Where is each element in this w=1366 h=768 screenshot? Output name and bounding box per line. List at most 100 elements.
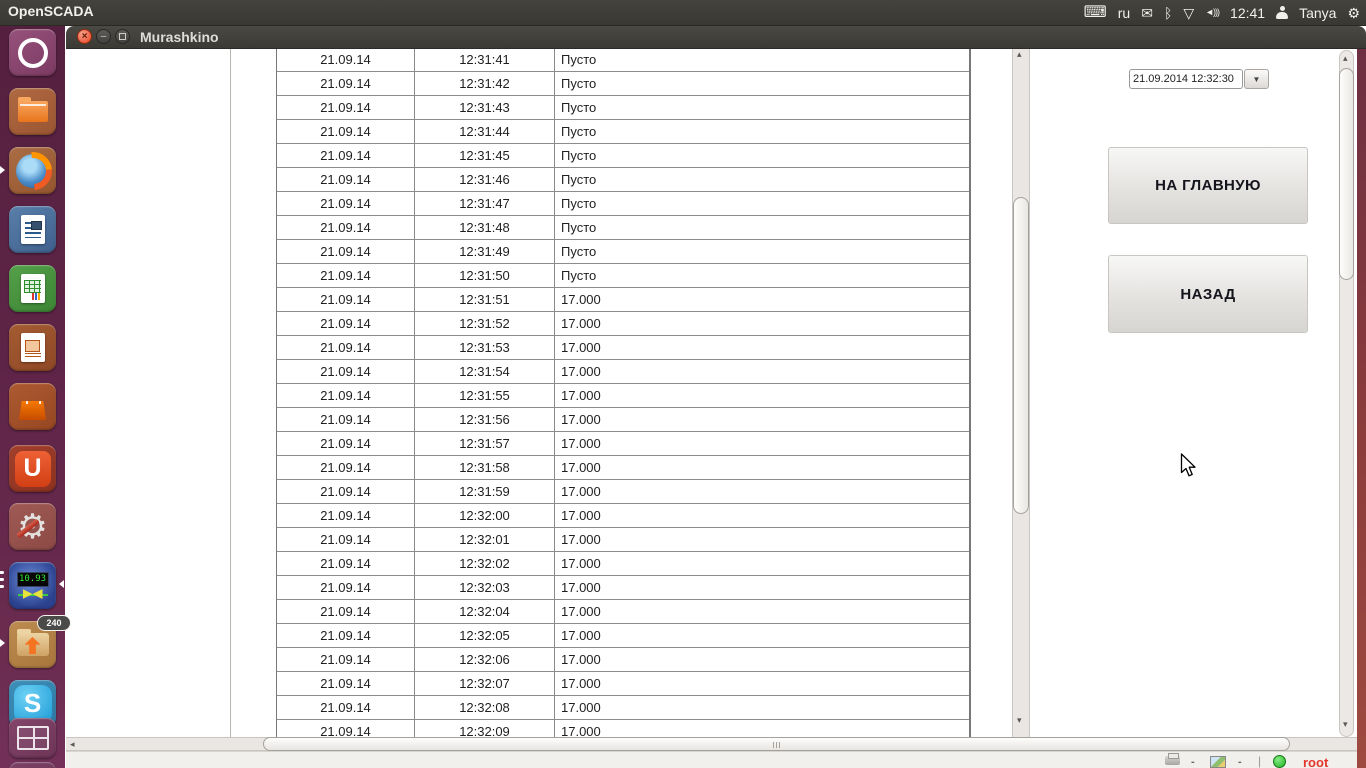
table-row[interactable]: 21.09.1412:31:5917.000 [277, 480, 969, 504]
launcher-item-firefox[interactable] [9, 147, 56, 194]
launcher-item-trash[interactable] [9, 762, 56, 768]
main-hscrollbar-thumb[interactable] [263, 737, 1290, 751]
launcher-item-system-settings[interactable]: ⚙ [9, 503, 56, 550]
desktop-wallpaper-strip [1357, 48, 1366, 768]
cell-time: 12:31:50 [415, 264, 555, 287]
cell-value: 17.000 [555, 384, 969, 407]
launcher-item-writer[interactable] [9, 206, 56, 253]
table-row[interactable]: 21.09.1412:31:5117.000 [277, 288, 969, 312]
window-pip-indicator [0, 585, 4, 588]
cell-value: Пусто [555, 168, 969, 191]
table-row[interactable]: 21.09.1412:31:47Пусто [277, 192, 969, 216]
launcher-item-dash[interactable] [9, 29, 56, 76]
table-row[interactable]: 21.09.1412:31:5717.000 [277, 432, 969, 456]
table-row[interactable]: 21.09.1412:31:42Пусто [277, 72, 969, 96]
cell-date: 21.09.14 [277, 408, 415, 431]
launcher-item-files[interactable] [9, 88, 56, 135]
table-row[interactable]: 21.09.1412:31:50Пусто [277, 264, 969, 288]
software-center-icon [19, 401, 46, 420]
status-bar: - - | root [66, 751, 1357, 768]
cell-time: 12:31:59 [415, 480, 555, 503]
session-gear-icon[interactable]: ⚙ [1347, 6, 1360, 20]
writer-icon [21, 215, 45, 244]
close-button[interactable]: × [77, 29, 92, 44]
table-row[interactable]: 21.09.1412:32:0717.000 [277, 672, 969, 696]
table-row[interactable]: 21.09.1412:31:48Пусто [277, 216, 969, 240]
table-row[interactable]: 21.09.1412:32:0217.000 [277, 552, 969, 576]
count-badge: 240 [37, 615, 71, 631]
table-row[interactable]: 21.09.1412:31:44Пусто [277, 120, 969, 144]
maximize-button[interactable] [115, 29, 130, 44]
table-row[interactable]: 21.09.1412:31:5517.000 [277, 384, 969, 408]
separator-bar: | [1258, 754, 1261, 768]
cell-date: 21.09.14 [277, 48, 415, 71]
table-scroll-up-icon[interactable]: ▴ [1017, 50, 1022, 59]
cell-time: 12:32:07 [415, 672, 555, 695]
back-button[interactable]: НАЗАД [1108, 255, 1308, 333]
table-row[interactable]: 21.09.1412:32:0617.000 [277, 648, 969, 672]
cell-value: Пусто [555, 72, 969, 95]
cell-time: 12:31:46 [415, 168, 555, 191]
launcher-item-workspaces[interactable] [9, 718, 56, 758]
main-vscrollbar-thumb[interactable] [1339, 68, 1354, 280]
table-scroll-down-icon[interactable]: ▾ [1017, 716, 1022, 725]
user-menu-label[interactable]: Tanya [1299, 5, 1336, 21]
table-row[interactable]: 21.09.1412:32:0017.000 [277, 504, 969, 528]
cell-value: 17.000 [555, 504, 969, 527]
launcher-item-backup[interactable]: 240 [9, 621, 56, 668]
table-row[interactable]: 21.09.1412:32:0317.000 [277, 576, 969, 600]
main-scroll-down-icon[interactable]: ▾ [1343, 720, 1348, 729]
cell-value: 17.000 [555, 336, 969, 359]
table-row[interactable]: 21.09.1412:31:5817.000 [277, 456, 969, 480]
bluetooth-icon[interactable]: ᛒ [1164, 6, 1172, 20]
launcher-item-software-center[interactable] [9, 383, 56, 430]
table-row[interactable]: 21.09.1412:32:0917.000 [277, 720, 969, 737]
volume-icon[interactable]: ◄))) [1205, 8, 1219, 17]
table-row[interactable]: 21.09.1412:31:5617.000 [277, 408, 969, 432]
launcher-item-impress[interactable] [9, 324, 56, 371]
frame-divider [230, 48, 231, 737]
table-row[interactable]: 21.09.1412:31:45Пусто [277, 144, 969, 168]
datetime-input[interactable] [1129, 69, 1243, 89]
table-row[interactable]: 21.09.1412:31:41Пусто [277, 48, 969, 72]
table-row[interactable]: 21.09.1412:31:43Пусто [277, 96, 969, 120]
top-panel: OpenSCADA ⌨ ru ✉ ᛒ ▽ ◄))) 12:41 Tanya ⚙ [0, 0, 1366, 26]
settings-gear-icon: ⚙ [17, 510, 47, 544]
keyboard-layout-label[interactable]: ru [1118, 5, 1130, 21]
cell-time: 12:32:01 [415, 528, 555, 551]
clock-label[interactable]: 12:41 [1230, 5, 1265, 21]
minimize-button[interactable]: – [96, 29, 111, 44]
table-row[interactable]: 21.09.1412:31:46Пусто [277, 168, 969, 192]
table-row[interactable]: 21.09.1412:31:5217.000 [277, 312, 969, 336]
table-row[interactable]: 21.09.1412:32:0417.000 [277, 600, 969, 624]
image-status-icon[interactable] [1210, 756, 1226, 768]
datetime-dropdown-button[interactable]: ▼ [1244, 69, 1269, 89]
active-app-title: OpenSCADA [8, 3, 94, 19]
cell-value: 17.000 [555, 600, 969, 623]
launcher-item-ubuntu-one[interactable]: U [9, 445, 56, 492]
printer-icon[interactable] [1165, 756, 1180, 765]
table-vscrollbar-thumb[interactable] [1013, 197, 1029, 514]
cell-time: 12:31:42 [415, 72, 555, 95]
table-row[interactable]: 21.09.1412:32:0517.000 [277, 624, 969, 648]
keyboard-indicator-icon[interactable]: ⌨ [1084, 5, 1107, 21]
table-row[interactable]: 21.09.1412:31:5317.000 [277, 336, 969, 360]
cell-date: 21.09.14 [277, 192, 415, 215]
user-icon [1276, 6, 1288, 19]
cell-date: 21.09.14 [277, 600, 415, 623]
home-button[interactable]: НА ГЛАВНУЮ [1108, 147, 1308, 224]
table-row[interactable]: 21.09.1412:32:0817.000 [277, 696, 969, 720]
main-scroll-up-icon[interactable]: ▴ [1343, 54, 1348, 63]
wifi-icon[interactable]: ▽ [1183, 6, 1194, 20]
launcher-item-calc[interactable] [9, 265, 56, 312]
cell-value: Пусто [555, 144, 969, 167]
launcher-item-openscada[interactable]: 10.93 [9, 562, 56, 609]
separator-dash: - [1191, 756, 1195, 768]
cell-time: 12:31:47 [415, 192, 555, 215]
table-row[interactable]: 21.09.1412:31:49Пусто [277, 240, 969, 264]
window-titlebar[interactable]: × – Murashkino [66, 26, 1366, 49]
main-scroll-left-icon[interactable]: ◂ [70, 740, 75, 749]
table-row[interactable]: 21.09.1412:31:5417.000 [277, 360, 969, 384]
table-row[interactable]: 21.09.1412:32:0117.000 [277, 528, 969, 552]
mail-icon[interactable]: ✉ [1141, 6, 1153, 20]
